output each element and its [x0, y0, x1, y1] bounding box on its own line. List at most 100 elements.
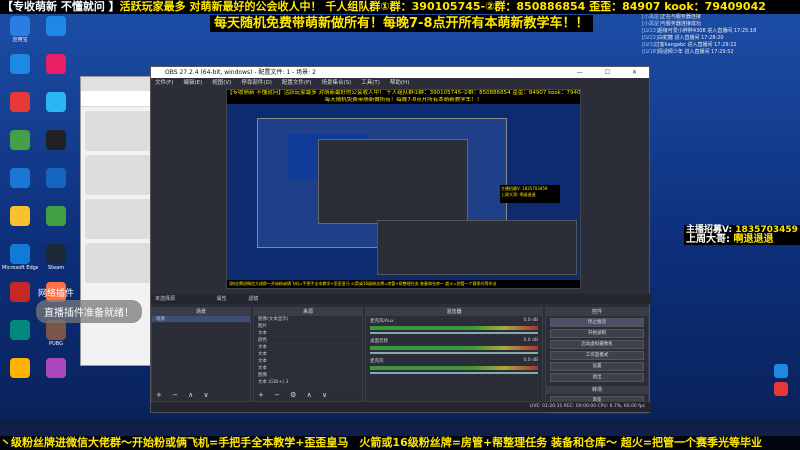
control-button[interactable]: 开始录制: [550, 329, 644, 338]
desktop-icon[interactable]: [38, 358, 74, 394]
mixer-header: 混音器: [366, 308, 542, 316]
browser-card[interactable]: [85, 243, 151, 283]
volume-slider[interactable]: [370, 332, 538, 334]
source-item[interactable]: 文本: [254, 330, 362, 337]
menu-item[interactable]: 帮助(H): [390, 78, 409, 88]
desktop-icon[interactable]: [38, 54, 74, 90]
menu-item[interactable]: 场景集合(S): [321, 78, 351, 88]
app-icon: [10, 16, 30, 36]
preview-sub-banner: 每天随机免费带萌新做所有！每晚7-8点开所有本萌新教学车！！: [227, 97, 580, 104]
source-item[interactable]: 文本: [254, 358, 362, 365]
control-button[interactable]: 工作室模式: [550, 351, 644, 360]
no-source-label: 未选择源: [155, 296, 176, 302]
anchor-bigbro-label: 上周大哥:: [686, 234, 734, 245]
source-item[interactable]: 图片: [254, 323, 362, 330]
source-item[interactable]: 颜色: [254, 337, 362, 344]
desktop-icon[interactable]: [2, 130, 38, 166]
browser-card[interactable]: [85, 111, 151, 151]
app-icon: [46, 92, 66, 112]
chat-badge: [LV13]: [642, 28, 658, 34]
mixer-channel: 麦克风 0.0 dB: [366, 356, 542, 376]
volume-slider[interactable]: [370, 372, 538, 374]
control-button[interactable]: 退出: [550, 373, 644, 382]
volume-slider[interactable]: [370, 352, 538, 354]
obs-window[interactable]: OBS 27.2.4 (64-bit, windows) - 配置文件: 1 -…: [150, 66, 651, 414]
toast-message: 直播插件准备就绪！: [36, 300, 142, 323]
anchor-bigbro-line: 上周大哥: 啊退退退: [686, 235, 800, 245]
browser-toolbar: [81, 91, 155, 107]
desktop-icon[interactable]: Microsoft Edge: [2, 244, 38, 280]
desktop-icon[interactable]: [2, 282, 38, 318]
tray-icon[interactable]: [774, 382, 788, 396]
source-item[interactable]: 文本: [254, 351, 362, 358]
desktop-icon[interactable]: [2, 358, 38, 394]
control-button[interactable]: 启动虚拟摄像机: [550, 340, 644, 349]
preview-nested-panel: [377, 220, 577, 275]
desktop-icons-column-1: 应用宝 Microsoft Edge: [2, 16, 38, 396]
filters-button[interactable]: 滤镜: [248, 296, 258, 302]
menu-item[interactable]: 工具(T): [361, 78, 380, 88]
app-icon: [10, 92, 30, 112]
source-item[interactable]: 图像: [254, 372, 362, 379]
chat-text: 超级可爱小胖胖4308 进入直播间 17:25:18: [657, 28, 757, 34]
desktop-icon[interactable]: 应用宝: [2, 16, 38, 52]
mixer-channel-db: 0.0 dB: [523, 358, 538, 363]
chat-badge: [LV3]: [642, 42, 655, 48]
desktop-icon[interactable]: [38, 206, 74, 242]
obs-preview[interactable]: 【专收萌新 不懂就问】活跃玩家最多 对萌新最好的公会收人中！ 千人组队群①群：3…: [226, 89, 581, 289]
desktop-icon[interactable]: [2, 54, 38, 90]
browser-card[interactable]: [85, 155, 151, 195]
scene-item[interactable]: 场景: [152, 316, 250, 323]
tray-icon[interactable]: [774, 364, 788, 378]
desktop-icon[interactable]: [38, 130, 74, 166]
top-banner-text: 活跃玩家最多 对萌新最好的公会收人中！ 千人组队群①群：390105745-②群…: [119, 0, 766, 13]
app-icon: [46, 54, 66, 74]
chat-text: 与服务器连接成功: [660, 21, 701, 27]
chat-text: 白蛇糖 进入直播间 17:28:20: [657, 35, 724, 41]
menu-item[interactable]: 视图(V): [212, 78, 231, 88]
top-banner-prefix: 【专收萌新 不懂就问 】: [2, 0, 120, 13]
scenes-footer-buttons[interactable]: + − ∧ ∨: [156, 391, 213, 399]
window-controls[interactable]: — ☐ ✕: [577, 67, 647, 78]
menu-item[interactable]: 配置文件(P): [282, 78, 312, 88]
preview-anchor-box: 主播招募V: 1835703459 上周大哥: 啊退退退: [500, 185, 560, 203]
desktop-icon[interactable]: [2, 92, 38, 128]
chat-line: [LV22]白蛇糖 进入直播间 17:28:20: [642, 35, 800, 42]
chat-line: [LV3]过客liangabc 进入直播间 17:29:22: [642, 42, 800, 49]
desktop-icon[interactable]: [38, 16, 74, 52]
app-icon: [46, 130, 66, 150]
top-banner: 【专收萌新 不懂就问 】活跃玩家最多 对萌新最好的公会收人中！ 千人组队群①群：…: [0, 0, 800, 14]
source-item[interactable]: 图像(文本显示): [254, 316, 362, 323]
desktop-icon[interactable]: [2, 206, 38, 242]
toast-header: 网络插件: [38, 289, 75, 299]
source-item[interactable]: 文本 (GDI+) 3: [254, 379, 362, 386]
browser-card[interactable]: [85, 199, 151, 239]
menu-item[interactable]: 停靠部件(D): [241, 78, 272, 88]
menu-item[interactable]: 文件(F): [155, 78, 173, 88]
control-button[interactable]: 停止推流: [550, 318, 644, 327]
transitions-header: 转场: [546, 386, 648, 394]
sources-footer-buttons[interactable]: + − ⚙ ∧ ∨: [258, 391, 331, 399]
volume-meter: [370, 326, 538, 330]
desktop-icon-label: PUBG: [49, 341, 63, 347]
desktop-icon-label: Microsoft Edge: [2, 265, 38, 271]
control-button[interactable]: 设置: [550, 362, 644, 371]
desktop-icon[interactable]: [2, 168, 38, 204]
properties-button[interactable]: 属性: [217, 296, 227, 302]
desktop-icon[interactable]: [38, 92, 74, 128]
browser-titlebar[interactable]: [81, 77, 155, 91]
desktop-icon[interactable]: Steam: [38, 244, 74, 280]
obs-titlebar[interactable]: OBS 27.2.4 (64-bit, windows) - 配置文件: 1 -…: [151, 67, 649, 78]
menu-item[interactable]: 编辑(E): [183, 78, 202, 88]
mixer-dock: 混音器 麦克风/Aux 0.0 dB 桌面音频 0.0 dB 麦克风 0.0 dB: [365, 307, 543, 402]
desktop-icon[interactable]: [38, 168, 74, 204]
app-icon: [10, 54, 30, 74]
bottom-banner: 丶级粉丝牌进微信大佬群～开始粉或俩飞机=手把手全本教学+歪歪皇马 火箭或16级粉…: [0, 436, 800, 450]
source-item[interactable]: 文本: [254, 365, 362, 372]
chat-badge: [小黑屋]: [642, 21, 661, 27]
source-item[interactable]: 文本: [254, 344, 362, 351]
desktop-icon[interactable]: PUBG: [38, 320, 74, 356]
desktop-icon[interactable]: [2, 320, 38, 356]
preview-bottom-strip: 【粉丝牌进微信大佬群～开始粉或俩飞机=手把手全本教学+歪歪皇马 火箭或16级粉丝…: [227, 280, 580, 288]
anchor-bigbro-value: 啊退退退: [733, 234, 774, 245]
